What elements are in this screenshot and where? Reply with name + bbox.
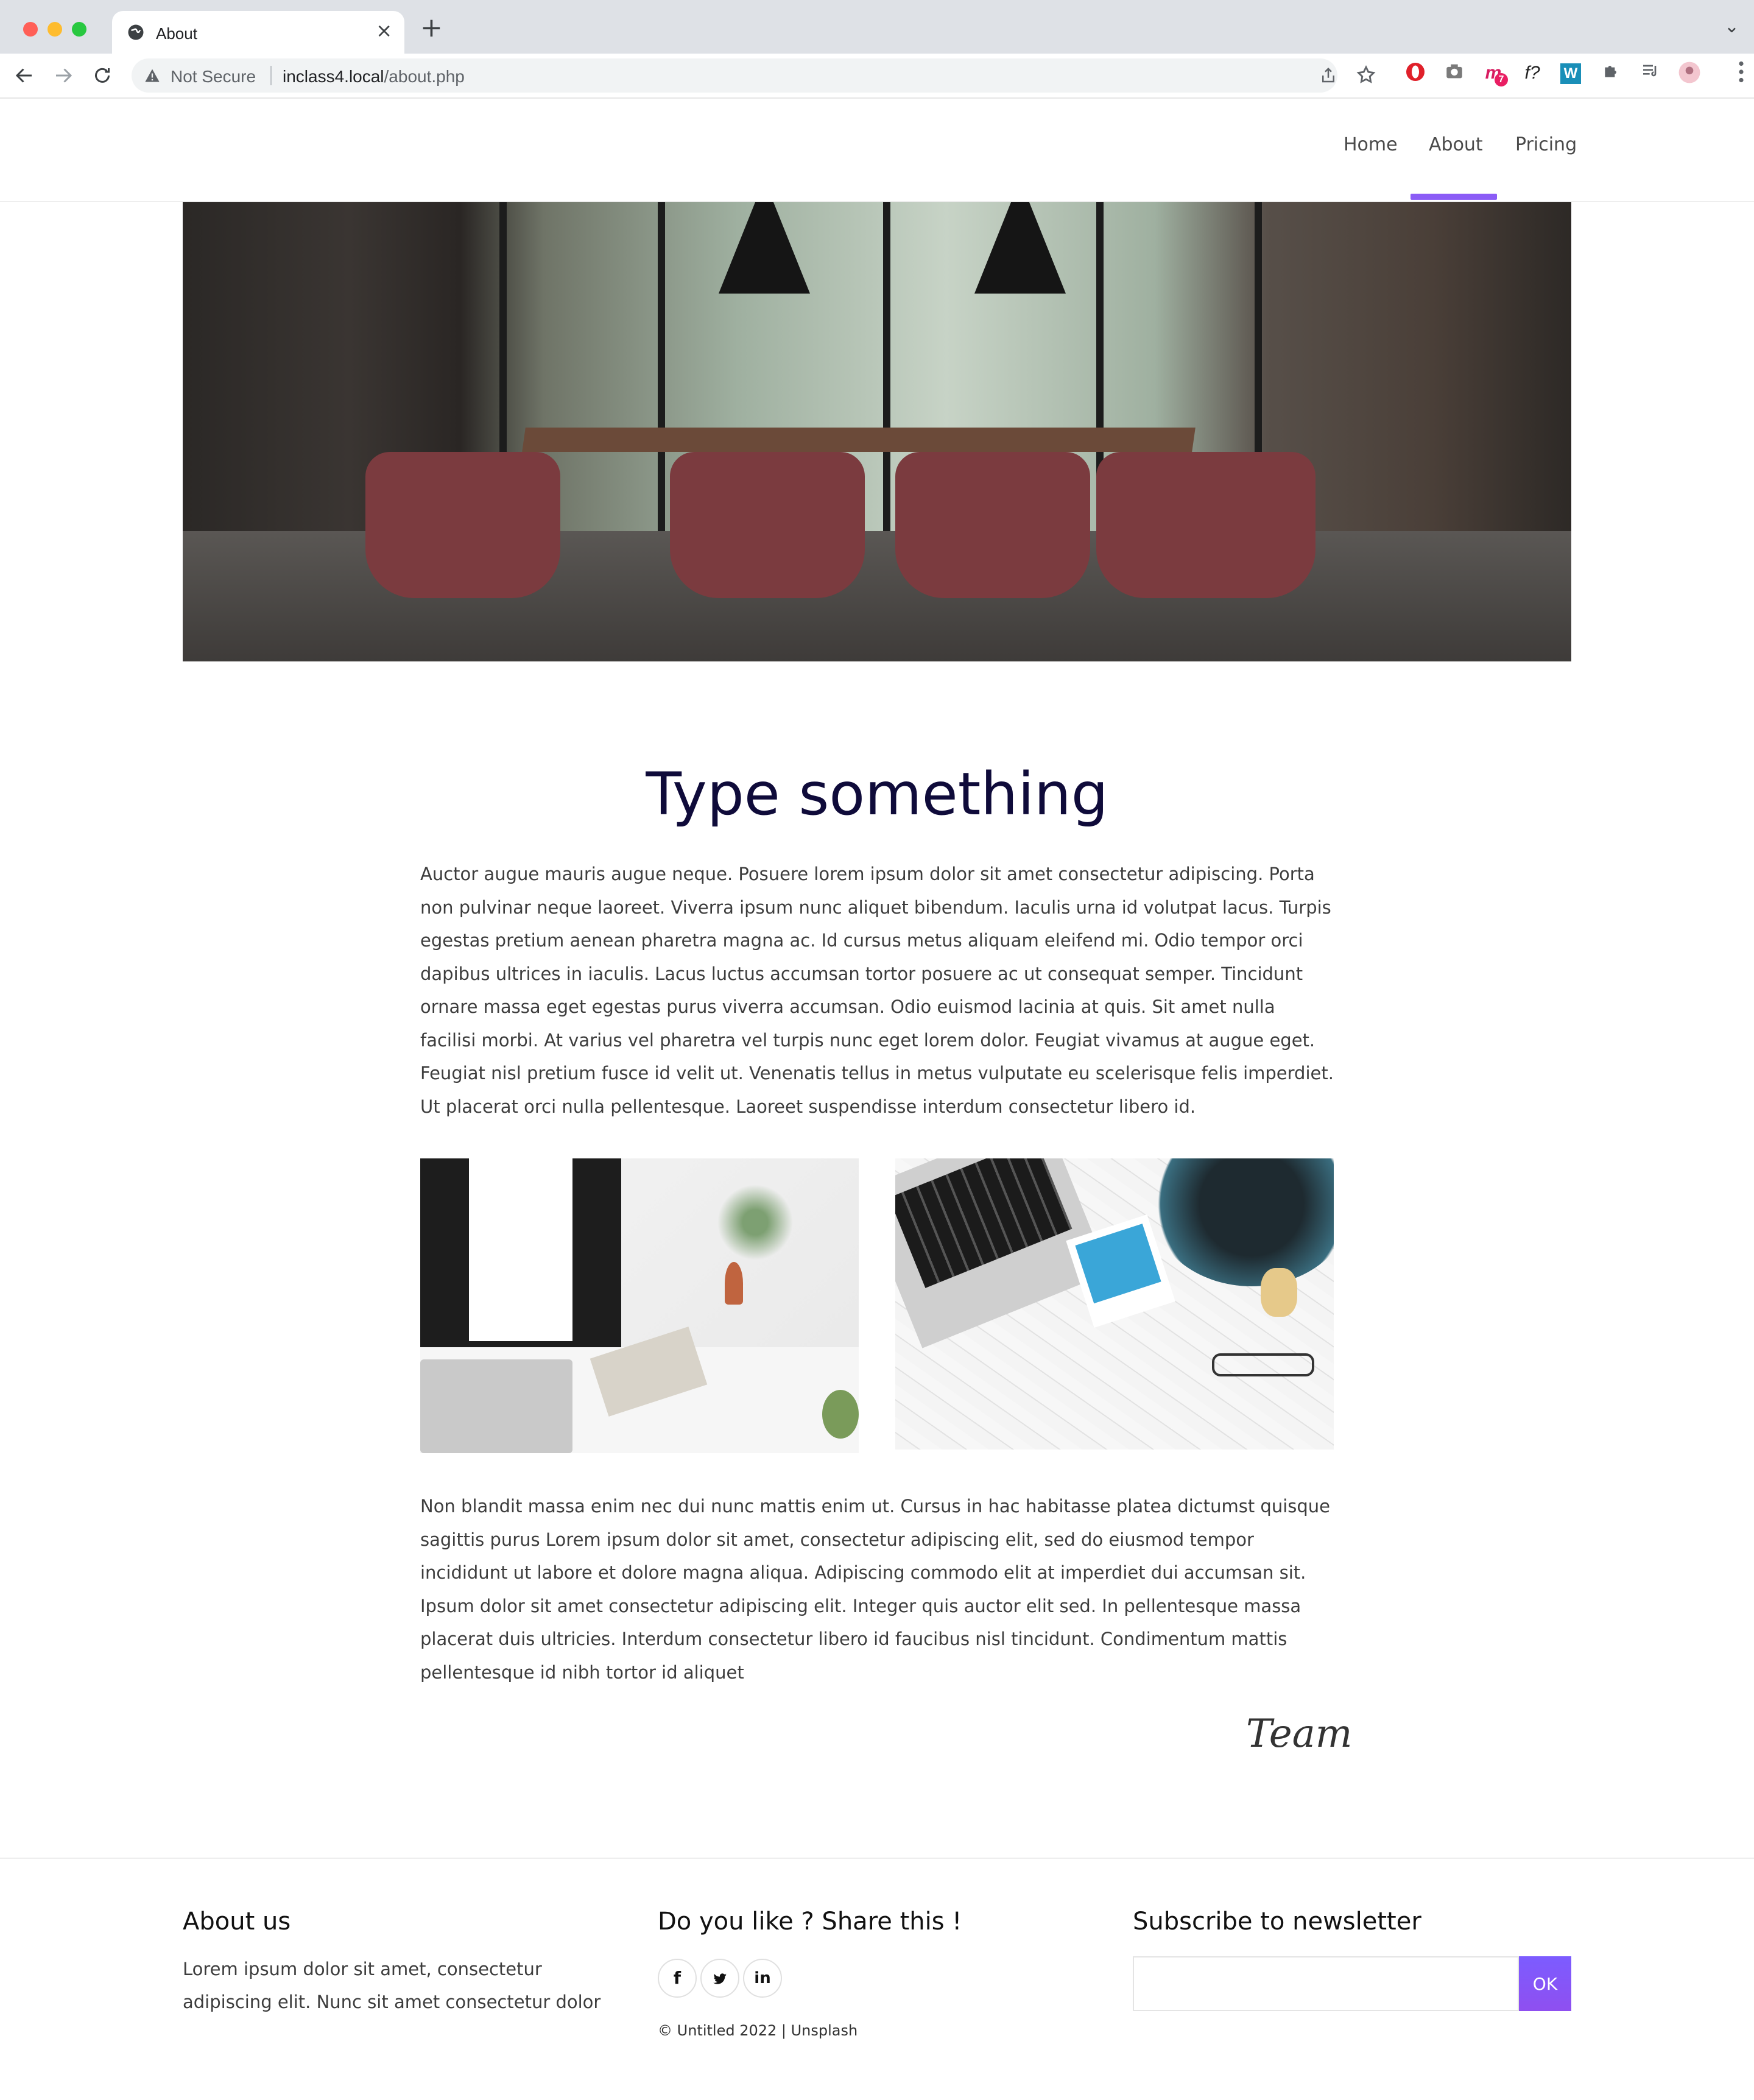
- window-close-button[interactable]: [23, 22, 38, 37]
- vase: [725, 1262, 743, 1305]
- intro-paragraph: Auctor augue mauris augue neque. Posuere…: [420, 864, 1334, 1117]
- security-label[interactable]: Not Secure: [171, 67, 256, 86]
- polaroid-picture: [1075, 1224, 1161, 1304]
- reading-list-icon[interactable]: [1638, 61, 1663, 85]
- footer-divider: [0, 1858, 1754, 1859]
- linkedin-icon[interactable]: in: [743, 1959, 782, 1998]
- globe-icon: [128, 24, 144, 40]
- url-host: inclass4.local: [283, 67, 384, 86]
- camera-icon[interactable]: [1442, 61, 1467, 85]
- plant: [706, 1183, 804, 1262]
- nav-about-link[interactable]: About: [1429, 134, 1483, 155]
- tab-list-chevron-icon[interactable]: ⌄: [1724, 16, 1739, 37]
- page-title: Type something: [646, 760, 1108, 828]
- small-plant: [822, 1390, 859, 1439]
- url-path: /about.php: [384, 67, 465, 86]
- team-signature: Team: [1246, 1711, 1353, 1756]
- tab-close-icon[interactable]: ×: [376, 18, 392, 43]
- window-maximize-button[interactable]: [72, 22, 86, 37]
- footer-about-text: Lorem ipsum dolor sit amet, consectetur …: [183, 1959, 601, 2012]
- chair: [1096, 452, 1315, 598]
- browser-tab-about[interactable]: About ×: [112, 11, 404, 54]
- tab-title: About: [156, 24, 197, 43]
- facebook-icon[interactable]: f: [658, 1959, 697, 1998]
- window-frame: [658, 202, 665, 531]
- opera-extension-icon[interactable]: [1403, 61, 1428, 85]
- glasses: [1212, 1353, 1314, 1376]
- seashell: [1261, 1268, 1297, 1317]
- footer-share-heading: Do you like ? Share this !: [658, 1908, 962, 1936]
- newsletter-submit-button[interactable]: OK: [1519, 1956, 1571, 2011]
- copyright-text: © Untitled 2022 | Unsplash: [658, 2022, 858, 2039]
- address-divider: [270, 66, 272, 85]
- warning-icon: [145, 69, 160, 82]
- active-nav-indicator: [1411, 194, 1497, 200]
- browser-tab-strip: About × + ⌄: [0, 0, 1754, 54]
- window-frame: [883, 202, 890, 531]
- nav-pricing-link[interactable]: Pricing: [1515, 134, 1577, 155]
- forward-arrow-icon[interactable]: [52, 65, 74, 86]
- laptop: [420, 1359, 572, 1453]
- newsletter-email-input[interactable]: [1133, 1956, 1519, 2011]
- laptop-desk-photo: [420, 1158, 859, 1453]
- window-minimize-button[interactable]: [48, 22, 62, 37]
- chair: [365, 452, 560, 598]
- address-bar[interactable]: Not Secure inclass4.local/about.php: [132, 58, 1337, 93]
- browser-menu-icon[interactable]: [1738, 61, 1744, 88]
- new-tab-button[interactable]: +: [420, 13, 443, 43]
- extension-badge: 7: [1495, 73, 1508, 86]
- reload-icon[interactable]: [91, 65, 113, 86]
- white-shirt: [469, 1158, 572, 1341]
- chair: [895, 452, 1090, 598]
- font-extension-icon[interactable]: f?: [1520, 61, 1544, 85]
- back-arrow-icon[interactable]: [13, 65, 35, 86]
- chair: [670, 452, 865, 598]
- profile-avatar-icon[interactable]: [1677, 61, 1702, 85]
- pendant-lamp: [974, 202, 1066, 294]
- share-icon[interactable]: [1319, 66, 1337, 85]
- bookmark-star-icon[interactable]: [1356, 65, 1376, 85]
- wordpress-extension-icon[interactable]: W: [1560, 63, 1581, 84]
- mail-extension-icon[interactable]: m7: [1481, 61, 1508, 86]
- marble-desk-photo: [895, 1158, 1334, 1450]
- conference-table: [522, 428, 1196, 452]
- footer-newsletter-heading: Subscribe to newsletter: [1133, 1908, 1421, 1936]
- url-text[interactable]: inclass4.local/about.php: [283, 67, 465, 86]
- footer-about-heading: About us: [183, 1908, 291, 1936]
- body-paragraph: Non blandit massa enim nec dui nunc matt…: [420, 1496, 1331, 1683]
- site-header: Home About Pricing: [0, 99, 1754, 202]
- twitter-icon[interactable]: [700, 1959, 739, 1998]
- pendant-lamp: [719, 202, 810, 294]
- hero-meeting-room-image: [183, 202, 1571, 661]
- nav-home-link[interactable]: Home: [1344, 134, 1398, 155]
- extensions-puzzle-icon[interactable]: [1599, 61, 1624, 85]
